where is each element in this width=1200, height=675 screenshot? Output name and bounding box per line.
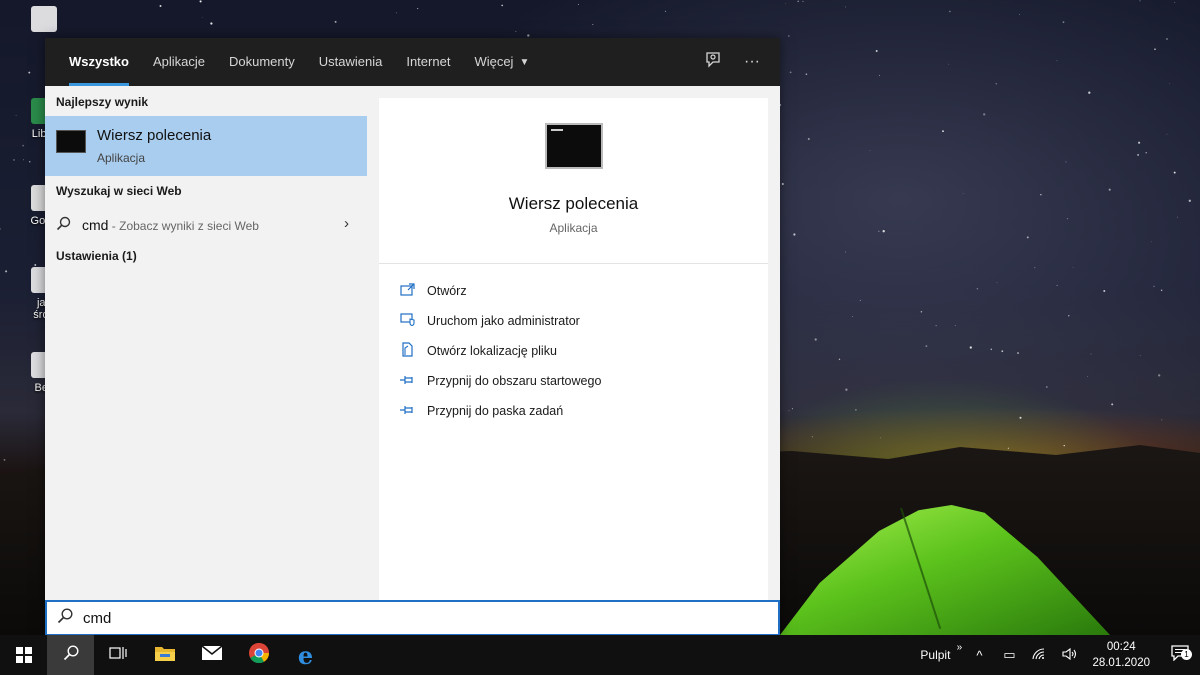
best-match-header: Najlepszy wynik <box>56 95 149 109</box>
preview-title: Wiersz polecenia <box>508 194 639 213</box>
taskbar: e Pulpit » ^ ▭ 00:24 28.01.2020 1 <box>0 635 1200 675</box>
action-open-file-location[interactable]: Otwórz lokalizację pliku <box>399 340 557 362</box>
show-hidden-icons-icon[interactable]: ^ <box>964 648 994 663</box>
tab-label: Internet <box>406 54 451 69</box>
tab-all[interactable]: Wszystko <box>57 38 141 86</box>
tab-more[interactable]: Więcej ▼ <box>462 38 541 86</box>
action-label: Otwórz lokalizację pliku <box>427 344 557 358</box>
start-icon <box>15 647 32 663</box>
search-icon <box>57 607 73 629</box>
mail-button[interactable] <box>188 635 235 675</box>
result-preview: Wiersz polecenia Aplikacja Otwórz Urucho… <box>379 98 768 600</box>
system-tray: Pulpit » ^ ▭ 00:24 28.01.2020 1 <box>920 635 1200 675</box>
command-prompt-icon <box>56 130 86 153</box>
desktop-toolbar-label[interactable]: Pulpit <box>920 648 950 662</box>
tab-apps[interactable]: Aplikacje <box>141 38 217 86</box>
preview-divider <box>379 263 768 264</box>
tab-label: Dokumenty <box>229 54 295 69</box>
settings-header[interactable]: Ustawienia (1) <box>56 249 137 263</box>
clock-time: 00:24 <box>1106 641 1136 653</box>
battery-icon[interactable]: ▭ <box>994 647 1024 663</box>
tab-label: Aplikacje <box>152 54 205 69</box>
task-view-icon <box>108 645 127 666</box>
web-search-query: cmd - Zobacz wyniki z sieci Web <box>82 217 259 233</box>
action-label: Przypnij do paska zadań <box>427 404 564 418</box>
tab-label: Wszystko <box>69 54 129 69</box>
volume-icon[interactable] <box>1054 647 1084 663</box>
search-icon <box>56 216 71 235</box>
results-list: Najlepszy wynik Wiersz polecenia Aplikac… <box>45 86 367 600</box>
web-search-result[interactable]: cmd - Zobacz wyniki z sieci Web › <box>45 209 367 241</box>
more-options-icon[interactable]: ··· <box>744 53 760 71</box>
command-prompt-icon <box>545 123 603 169</box>
tab-tools: ··· <box>704 51 780 74</box>
web-query-text: cmd <box>82 217 109 233</box>
best-match-subtitle: Aplikacja <box>97 151 146 165</box>
open-icon <box>399 283 415 299</box>
chevron-right-icon[interactable]: › <box>344 215 349 232</box>
search-box[interactable] <box>45 600 780 636</box>
tab-documents[interactable]: Dokumenty <box>217 38 307 86</box>
preview-subtitle: Aplikacja <box>549 221 598 235</box>
caret-down-icon: ▼ <box>519 57 530 68</box>
taskbar-search-button[interactable] <box>47 635 94 675</box>
action-pin-to-start[interactable]: Przypnij do obszaru startowego <box>399 370 601 392</box>
chrome-icon <box>248 642 270 669</box>
pin-to-start-icon <box>399 374 415 389</box>
tab-label: Więcej <box>474 54 514 69</box>
start-button[interactable] <box>0 635 47 675</box>
task-view-button[interactable] <box>94 635 141 675</box>
pin-to-taskbar-icon <box>399 404 415 419</box>
chrome-button[interactable] <box>235 635 282 675</box>
action-open[interactable]: Otwórz <box>399 280 467 302</box>
clock-date: 28.01.2020 <box>1092 657 1150 669</box>
best-match-title: Wiersz polecenia <box>97 127 212 144</box>
edge-button[interactable]: e <box>282 635 329 675</box>
web-query-hint: - Zobacz wyniki z sieci Web <box>108 219 259 233</box>
edge-icon: e <box>297 640 314 670</box>
file-explorer-icon <box>154 644 176 667</box>
recycle-bin-icon <box>31 6 57 32</box>
action-run-as-admin[interactable]: Uruchom jako administrator <box>399 310 580 332</box>
run-as-admin-icon <box>399 313 415 329</box>
action-center-button[interactable]: 1 <box>1160 644 1200 666</box>
web-search-header: Wyszukaj w sieci Web <box>56 184 182 198</box>
notification-count-badge: 1 <box>1181 648 1192 660</box>
search-tabs-bar: Wszystko Aplikacje Dokumenty Ustawienia … <box>45 38 780 86</box>
tab-internet[interactable]: Internet <box>394 38 462 86</box>
file-location-icon <box>399 342 415 360</box>
desktop-icon-recycle-bin[interactable] <box>14 6 74 36</box>
clock[interactable]: 00:24 28.01.2020 <box>1092 639 1150 671</box>
feedback-icon[interactable] <box>704 51 722 74</box>
file-explorer-button[interactable] <box>141 635 188 675</box>
tab-settings[interactable]: Ustawienia <box>307 38 395 86</box>
search-input[interactable] <box>83 609 723 627</box>
action-pin-to-taskbar[interactable]: Przypnij do paska zadań <box>399 400 563 422</box>
tab-label: Ustawienia <box>318 54 383 69</box>
action-label: Otwórz <box>427 284 467 298</box>
best-match-result[interactable]: Wiersz polecenia Aplikacja <box>45 116 367 176</box>
wifi-icon[interactable] <box>1024 647 1054 663</box>
action-label: Uruchom jako administrator <box>427 314 580 328</box>
action-label: Przypnij do obszaru startowego <box>427 374 602 388</box>
search-icon <box>63 644 79 666</box>
chevron-double-right-icon[interactable]: » <box>954 642 964 653</box>
mail-icon <box>201 644 223 666</box>
search-panel: Wszystko Aplikacje Dokumenty Ustawienia … <box>45 38 780 636</box>
